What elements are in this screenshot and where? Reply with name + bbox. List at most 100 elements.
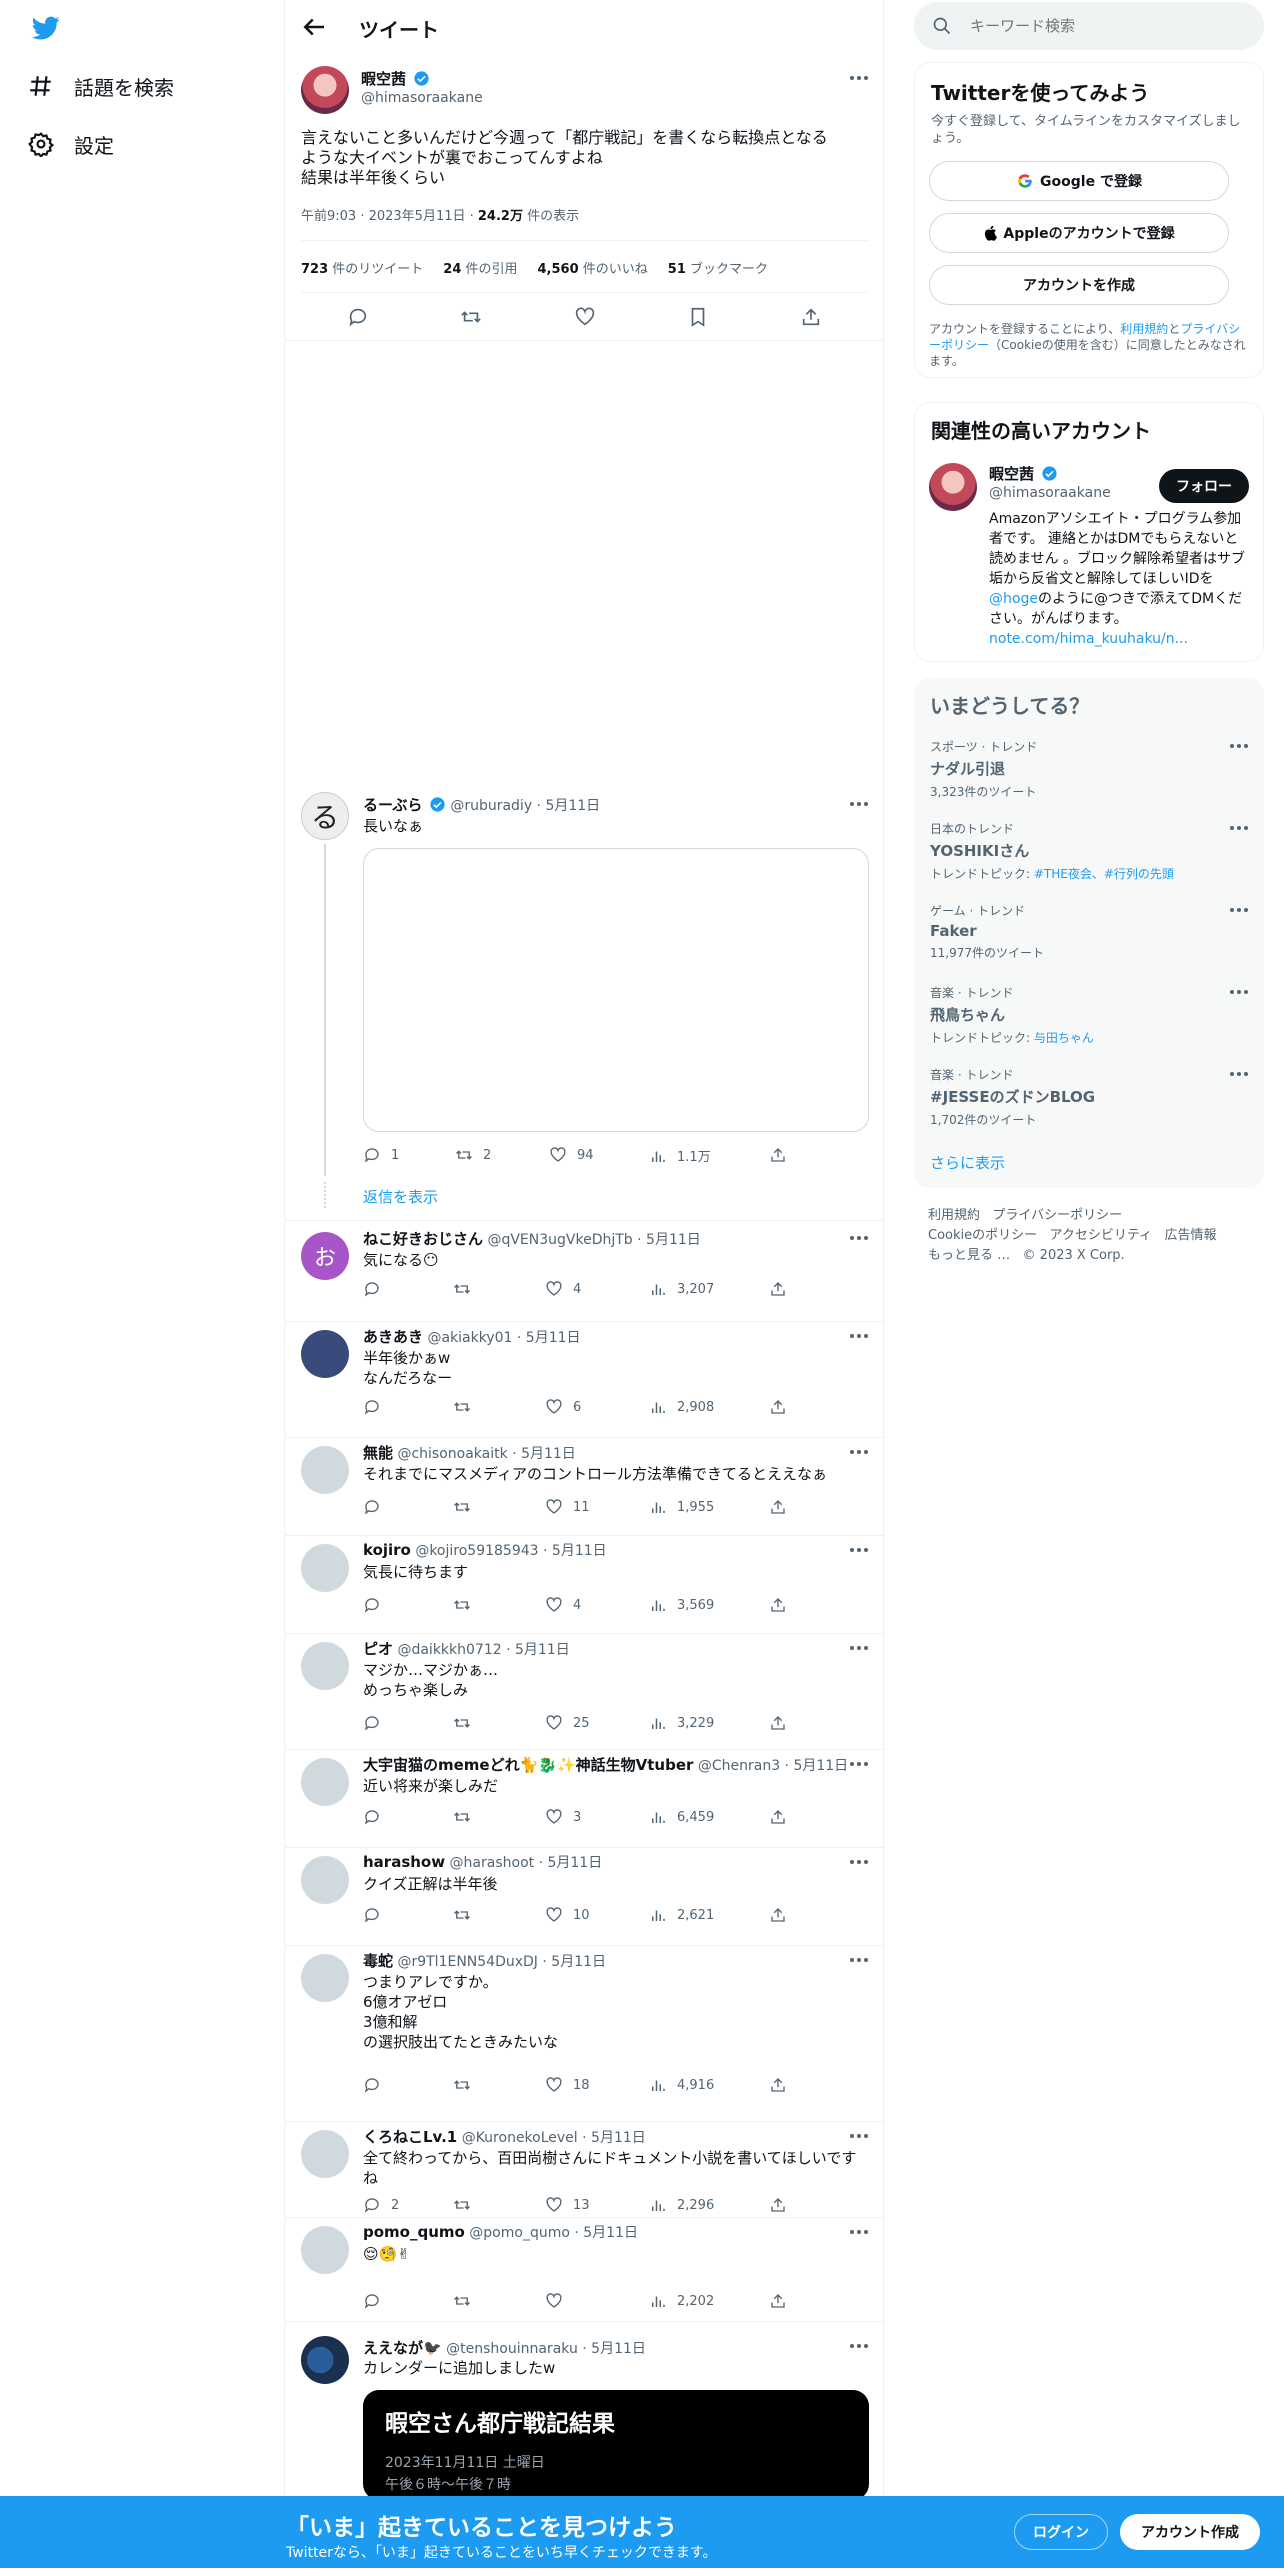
like-count[interactable]: 10 <box>545 1906 590 1924</box>
reply-date[interactable]: · 5月11日 <box>508 1446 576 1462</box>
footer-link[interactable]: Cookieのポリシー <box>928 1228 1037 1243</box>
reply-avatar[interactable] <box>301 1954 349 2002</box>
view-count[interactable]: 3,569 <box>649 1596 714 1614</box>
reply-name[interactable]: 無能 <box>363 1444 393 1462</box>
bookmark-icon[interactable] <box>687 306 709 328</box>
reply-avatar[interactable] <box>301 1330 349 1378</box>
reply-count[interactable] <box>363 2292 391 2310</box>
share-icon[interactable] <box>769 2076 787 2094</box>
author-handle[interactable]: @himasoraakane <box>361 90 483 106</box>
tweet-time[interactable]: 午前9:03 · 2023年5月11日 · <box>301 209 478 224</box>
share-icon[interactable] <box>769 2292 787 2310</box>
calendar-card[interactable]: 暇空さん都庁戦記結果 2023年11月11日 土曜日 午後６時〜午後７時 <box>363 2390 869 2500</box>
view-count[interactable]: 2,296 <box>649 2196 714 2214</box>
reply-handle[interactable]: @r9Tl1ENN54DuxDJ <box>397 1954 537 1970</box>
more-options-icon[interactable] <box>1230 744 1250 750</box>
reply-handle[interactable]: @akiakky01 <box>427 1330 512 1346</box>
apple-signup-button[interactable]: Appleのアカウントで登録 <box>929 213 1229 253</box>
back-arrow-icon[interactable] <box>299 12 329 42</box>
terms-link[interactable]: 利用規約 <box>1120 322 1168 336</box>
like-icon[interactable] <box>574 306 596 328</box>
reply-name[interactable]: 毒蛇 <box>363 1952 393 1970</box>
follow-button[interactable]: フォロー <box>1159 469 1249 503</box>
reply-count[interactable]: 2 <box>363 2196 399 2214</box>
share-icon[interactable] <box>769 1398 787 1416</box>
signup-button[interactable]: アカウント作成 <box>1120 2514 1260 2550</box>
reply-date[interactable]: · 5月11日 <box>539 1543 607 1559</box>
like-count[interactable]: 25 <box>545 1714 590 1732</box>
share-icon[interactable] <box>800 306 822 328</box>
reply-count[interactable] <box>363 1714 391 1732</box>
more-options-icon[interactable] <box>850 1548 870 1554</box>
more-options-icon[interactable] <box>850 1762 870 1768</box>
reply-handle[interactable]: @ruburadiy <box>450 798 532 814</box>
more-options-icon[interactable] <box>850 2134 870 2140</box>
reply-handle[interactable]: @chisonoakaitk <box>397 1446 507 1462</box>
nav-explore[interactable]: 話題を検索 <box>28 66 174 106</box>
like-count[interactable]: 3 <box>545 1808 581 1826</box>
related-name[interactable]: 暇空茜 <box>989 465 1034 483</box>
reply-count[interactable]: 1 <box>363 1146 399 1164</box>
retweet-count[interactable] <box>453 1498 481 1516</box>
retweet-count[interactable] <box>453 1906 481 1924</box>
reply-name[interactable]: kojiro <box>363 1541 411 1559</box>
reply-count[interactable] <box>363 1596 391 1614</box>
view-count[interactable]: 1,955 <box>649 1498 714 1516</box>
like-count[interactable]: 11 <box>545 1498 590 1516</box>
retweet-count[interactable]: 2 <box>455 1146 491 1164</box>
reply-date[interactable]: · 5月11日 <box>502 1642 570 1658</box>
share-icon[interactable] <box>769 1906 787 1924</box>
bio-url-link[interactable]: note.com/hima_kuuhaku/n... <box>989 631 1188 647</box>
bio-mention-link[interactable]: @hoge <box>989 591 1038 607</box>
more-options-icon[interactable] <box>1230 1072 1250 1078</box>
more-options-icon[interactable] <box>850 76 870 82</box>
like-count[interactable]: 94 <box>549 1146 594 1164</box>
google-signup-button[interactable]: Google で登録 <box>929 161 1229 201</box>
reply-name[interactable]: 大宇宙猫のmemeどれ🐈🐉✨神話生物Vtuber <box>363 1756 693 1774</box>
trend-item[interactable]: ゲーム · トレンド Faker 11,977件のツイート <box>930 902 1250 961</box>
reply-name[interactable]: くろねこLv.1 <box>363 2128 457 2146</box>
retweet-icon[interactable] <box>460 306 482 328</box>
reply-handle[interactable]: @KuronekoLevel <box>462 2130 578 2146</box>
reply-date[interactable]: · 5月11日 <box>532 798 601 814</box>
view-count[interactable]: 1.1万 <box>649 1146 711 1165</box>
retweet-count[interactable] <box>453 2292 481 2310</box>
reply-avatar[interactable] <box>301 1446 349 1494</box>
share-icon[interactable] <box>769 1808 787 1826</box>
retweet-count[interactable] <box>453 1714 481 1732</box>
reply-avatar[interactable] <box>301 2226 349 2274</box>
reply-handle[interactable]: @daikkkh0712 <box>397 1642 501 1658</box>
share-icon[interactable] <box>769 1280 787 1298</box>
reply-date[interactable]: · 5月11日 <box>780 1758 849 1774</box>
reply-count[interactable] <box>363 1906 391 1924</box>
share-icon[interactable] <box>769 1596 787 1614</box>
more-options-icon[interactable] <box>850 1860 870 1866</box>
share-icon[interactable] <box>769 1146 787 1164</box>
view-count[interactable]: 3,207 <box>649 1280 714 1298</box>
reply-avatar[interactable]: る <box>301 792 349 840</box>
reply-handle[interactable]: @tenshouinnaraku <box>446 2341 578 2357</box>
reply-name[interactable]: pomo_qumo <box>363 2223 465 2241</box>
view-count[interactable]: 2,908 <box>649 1398 714 1416</box>
trend-topics-links[interactable]: #THE夜会、#行列の先頭 <box>1034 867 1174 881</box>
more-options-icon[interactable] <box>850 1450 870 1456</box>
reply-handle[interactable]: @qVEN3ugVkeDhjTb <box>487 1232 632 1248</box>
reply-avatar[interactable] <box>301 1758 349 1806</box>
reply-name[interactable]: るーぶら <box>363 796 422 814</box>
trend-item[interactable]: 音楽 · トレンド 飛鳥ちゃん トレンドトピック: 与田ちゃん <box>930 984 1250 1046</box>
reply-date[interactable]: · 5月11日 <box>578 2341 646 2357</box>
reply-name[interactable]: あきあき <box>363 1328 423 1346</box>
more-options-icon[interactable] <box>850 802 870 808</box>
retweet-count[interactable] <box>453 2196 481 2214</box>
reply-count[interactable] <box>363 1280 391 1298</box>
reply-handle[interactable]: @harashoot <box>450 1855 535 1871</box>
view-count[interactable]: 6,459 <box>649 1808 714 1826</box>
more-options-icon[interactable] <box>1230 908 1250 914</box>
related-avatar[interactable] <box>929 463 977 511</box>
footer-link[interactable]: プライバシーポリシー <box>992 1208 1122 1223</box>
share-icon[interactable] <box>769 2196 787 2214</box>
reply-media[interactable] <box>363 848 869 1132</box>
create-account-button[interactable]: アカウントを作成 <box>929 265 1229 305</box>
show-replies-link[interactable]: 返信を表示 <box>363 1186 438 1207</box>
reply-avatar[interactable] <box>301 1544 349 1592</box>
